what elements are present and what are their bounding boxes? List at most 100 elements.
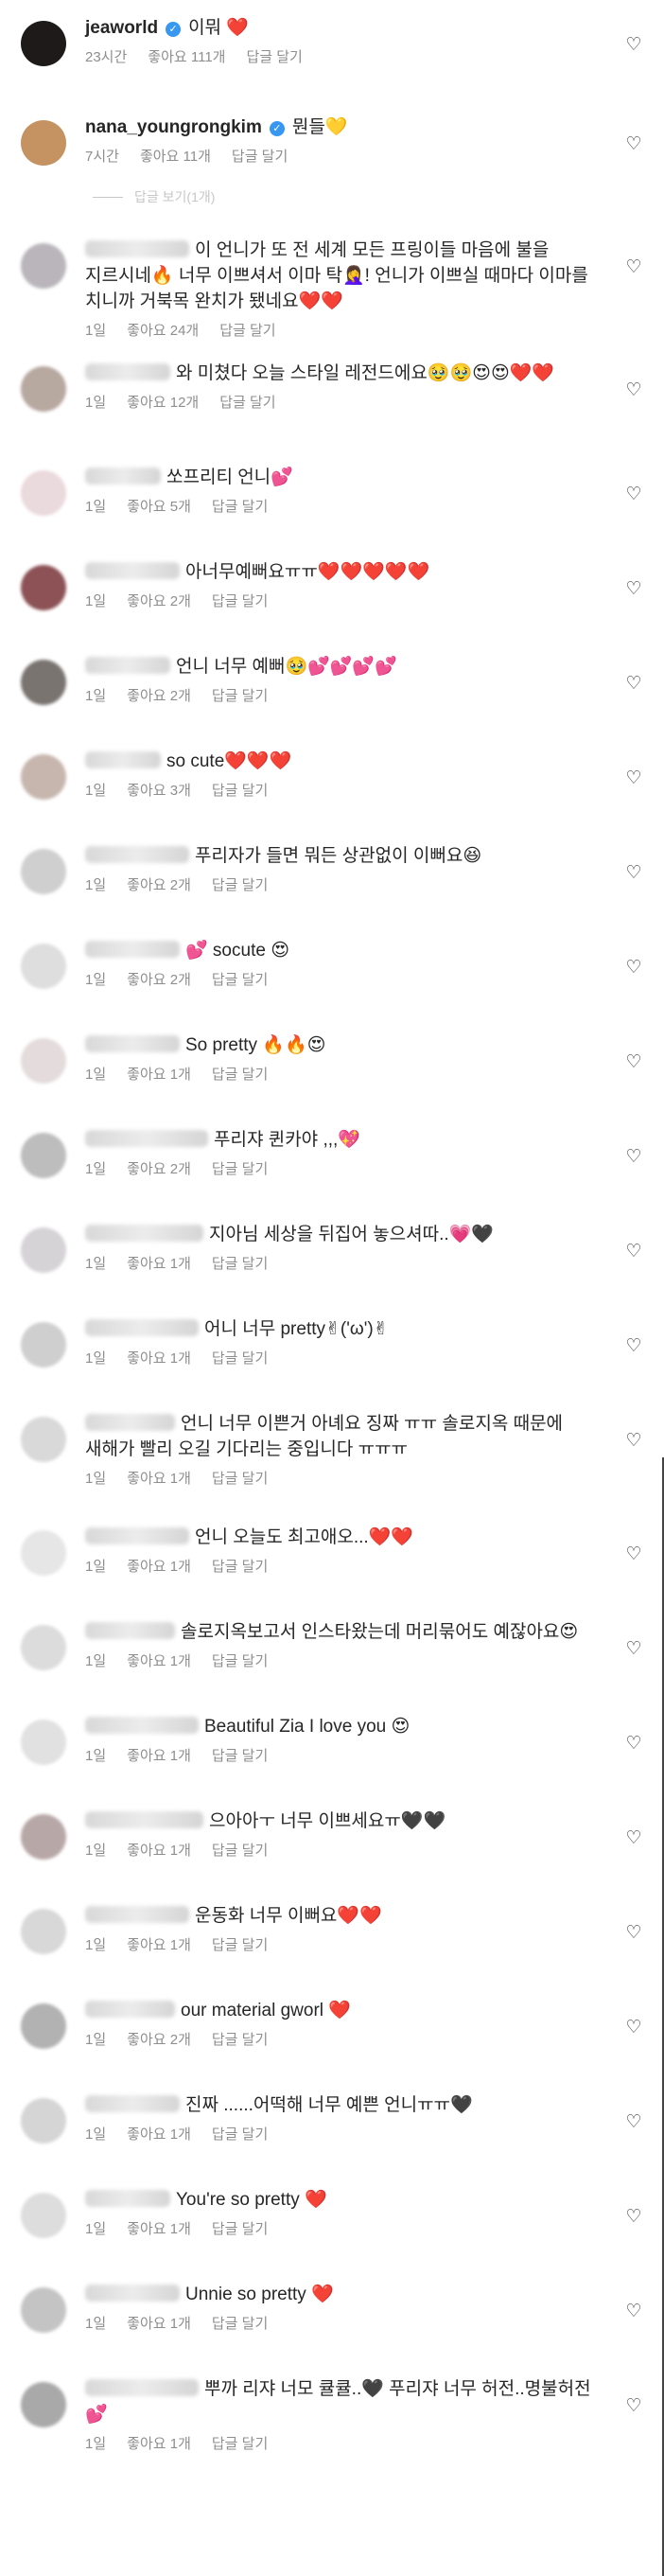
- heart-outline-icon[interactable]: ♡: [624, 675, 643, 694]
- like-count[interactable]: 좋아요 1개: [127, 2218, 191, 2238]
- heart-outline-icon[interactable]: ♡: [624, 2397, 643, 2416]
- comment-time[interactable]: 1일: [85, 2218, 106, 2238]
- comment-time[interactable]: 1일: [85, 1064, 106, 1084]
- reply-button[interactable]: 답글 달기: [246, 46, 302, 66]
- like-count[interactable]: 좋아요 2개: [127, 685, 191, 705]
- heart-outline-icon[interactable]: ♡: [624, 1148, 643, 1167]
- blurred-username[interactable]: [85, 1130, 208, 1147]
- avatar[interactable]: [21, 1625, 66, 1670]
- like-count[interactable]: 좋아요 2개: [127, 2029, 191, 2049]
- comment-time[interactable]: 1일: [85, 1934, 106, 1954]
- reply-button[interactable]: 답글 달기: [232, 146, 288, 166]
- avatar[interactable]: [21, 1227, 66, 1273]
- heart-outline-icon[interactable]: ♡: [624, 36, 643, 55]
- reply-button[interactable]: 답글 달기: [212, 1745, 268, 1765]
- heart-outline-icon[interactable]: ♡: [624, 864, 643, 883]
- heart-outline-icon[interactable]: ♡: [624, 1337, 643, 1356]
- blurred-username[interactable]: [85, 751, 161, 768]
- like-count[interactable]: 좋아요 1개: [127, 2124, 191, 2144]
- avatar[interactable]: [21, 120, 66, 166]
- heart-outline-icon[interactable]: ♡: [624, 1545, 643, 1564]
- avatar[interactable]: [21, 470, 66, 516]
- like-count[interactable]: 좋아요 1개: [127, 1348, 191, 1367]
- avatar[interactable]: [21, 660, 66, 705]
- like-count[interactable]: 좋아요 24개: [127, 320, 199, 340]
- comment-time[interactable]: 1일: [85, 1840, 106, 1860]
- blurred-username[interactable]: [85, 468, 161, 485]
- heart-outline-icon[interactable]: ♡: [624, 381, 643, 400]
- blurred-username[interactable]: [85, 1622, 175, 1639]
- blurred-username[interactable]: [85, 562, 180, 579]
- reply-button[interactable]: 답글 달기: [212, 591, 268, 610]
- heart-outline-icon[interactable]: ♡: [624, 2113, 643, 2132]
- blurred-username[interactable]: [85, 1906, 189, 1923]
- comment-time[interactable]: 1일: [85, 1650, 106, 1670]
- heart-outline-icon[interactable]: ♡: [624, 959, 643, 978]
- like-count[interactable]: 좋아요 1개: [127, 1064, 191, 1084]
- avatar[interactable]: [21, 2287, 66, 2333]
- heart-outline-icon[interactable]: ♡: [624, 769, 643, 788]
- blurred-username[interactable]: [85, 1319, 199, 1336]
- reply-button[interactable]: 답글 달기: [212, 1650, 268, 1670]
- reply-button[interactable]: 답글 달기: [212, 2218, 268, 2238]
- view-replies-link[interactable]: 답글 보기(1개): [93, 187, 215, 206]
- avatar[interactable]: [21, 944, 66, 989]
- avatar[interactable]: [21, 2382, 66, 2427]
- comment-time[interactable]: 1일: [85, 874, 106, 894]
- reply-button[interactable]: 답글 달기: [219, 392, 275, 412]
- avatar[interactable]: [21, 1720, 66, 1765]
- like-count[interactable]: 좋아요 1개: [127, 1840, 191, 1860]
- comment-time[interactable]: 1일: [85, 496, 106, 516]
- like-count[interactable]: 좋아요 1개: [127, 2433, 191, 2453]
- heart-outline-icon[interactable]: ♡: [624, 1829, 643, 1848]
- avatar[interactable]: [21, 565, 66, 610]
- reply-button[interactable]: 답글 달기: [212, 2313, 268, 2333]
- comment-time[interactable]: 23시간: [85, 46, 127, 66]
- like-count[interactable]: 좋아요 1개: [127, 2313, 191, 2333]
- blurred-username[interactable]: [85, 2285, 180, 2302]
- heart-outline-icon[interactable]: ♡: [624, 485, 643, 504]
- avatar[interactable]: [21, 1038, 66, 1084]
- heart-outline-icon[interactable]: ♡: [624, 2019, 643, 2038]
- comment-time[interactable]: 7시간: [85, 146, 119, 166]
- reply-button[interactable]: 답글 달기: [212, 1840, 268, 1860]
- avatar[interactable]: [21, 849, 66, 894]
- comment-time[interactable]: 1일: [85, 1158, 106, 1178]
- reply-button[interactable]: 답글 달기: [212, 1468, 268, 1488]
- heart-outline-icon[interactable]: ♡: [624, 1640, 643, 1659]
- avatar[interactable]: [21, 1530, 66, 1576]
- blurred-username[interactable]: [85, 1225, 203, 1242]
- like-count[interactable]: 좋아요 2개: [127, 874, 191, 894]
- like-count[interactable]: 좋아요 3개: [127, 780, 191, 800]
- username[interactable]: nana_youngrongkim: [85, 117, 262, 137]
- avatar[interactable]: [21, 2098, 66, 2144]
- heart-outline-icon[interactable]: ♡: [624, 1432, 643, 1451]
- comment-time[interactable]: 1일: [85, 392, 106, 412]
- blurred-username[interactable]: [85, 1035, 180, 1052]
- like-count[interactable]: 좋아요 12개: [127, 392, 199, 412]
- heart-outline-icon[interactable]: ♡: [624, 1243, 643, 1262]
- avatar[interactable]: [21, 1909, 66, 1954]
- like-count[interactable]: 좋아요 5개: [127, 496, 191, 516]
- blurred-username[interactable]: [85, 846, 189, 863]
- like-count[interactable]: 좋아요 1개: [127, 1934, 191, 1954]
- reply-button[interactable]: 답글 달기: [212, 1158, 268, 1178]
- like-count[interactable]: 좋아요 111개: [148, 46, 225, 66]
- heart-outline-icon[interactable]: ♡: [624, 580, 643, 599]
- reply-button[interactable]: 답글 달기: [212, 496, 268, 516]
- blurred-username[interactable]: [85, 2001, 175, 2018]
- like-count[interactable]: 좋아요 1개: [127, 1253, 191, 1273]
- reply-button[interactable]: 답글 달기: [219, 320, 275, 340]
- heart-outline-icon[interactable]: ♡: [624, 1053, 643, 1072]
- reply-button[interactable]: 답글 달기: [212, 1556, 268, 1576]
- comment-time[interactable]: 1일: [85, 1253, 106, 1273]
- like-count[interactable]: 좋아요 2개: [127, 1158, 191, 1178]
- avatar[interactable]: [21, 754, 66, 800]
- reply-button[interactable]: 답글 달기: [212, 1253, 268, 1273]
- blurred-username[interactable]: [85, 657, 170, 674]
- username[interactable]: jeaworld: [85, 18, 158, 38]
- reply-button[interactable]: 답글 달기: [212, 685, 268, 705]
- avatar[interactable]: [21, 2193, 66, 2238]
- avatar[interactable]: [21, 366, 66, 412]
- heart-outline-icon[interactable]: ♡: [624, 258, 643, 277]
